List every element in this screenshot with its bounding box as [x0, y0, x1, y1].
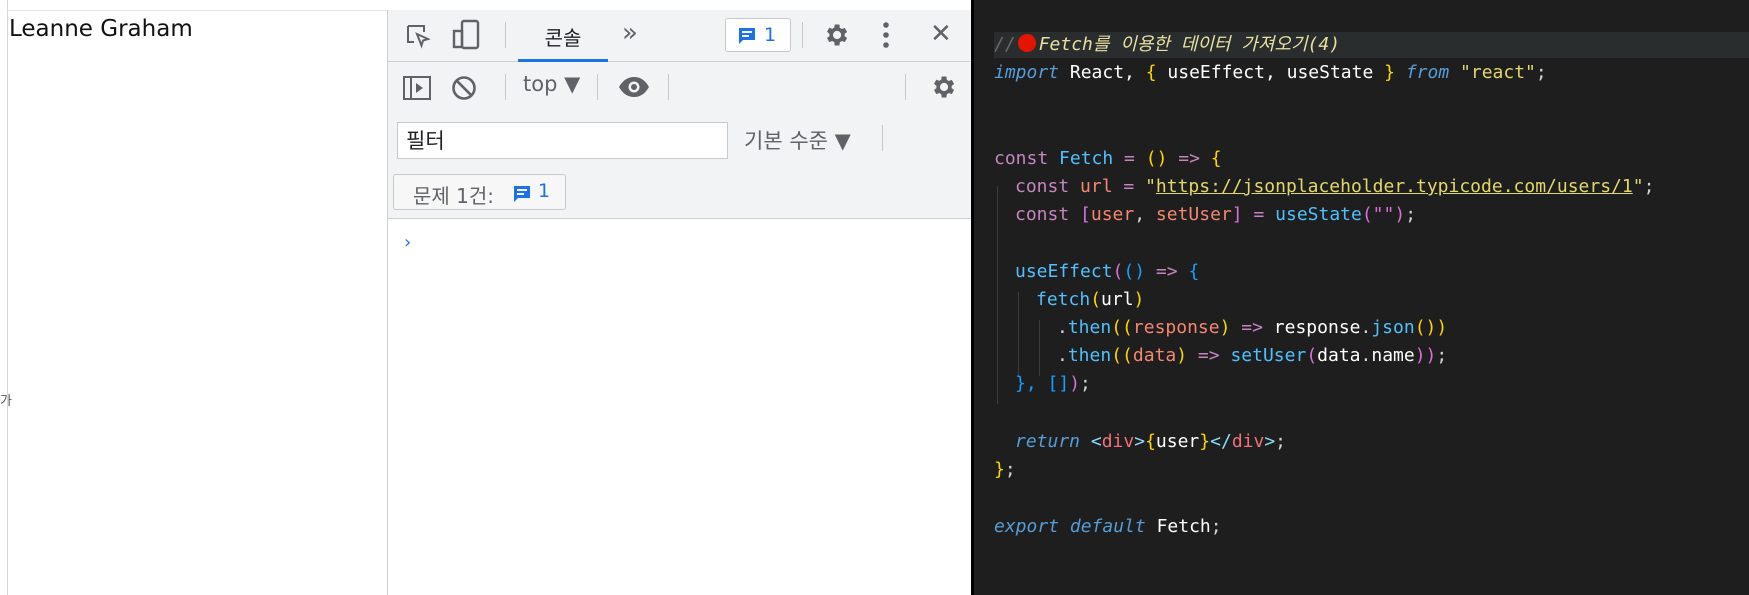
device-toolbar-icon[interactable]	[452, 19, 482, 55]
console-prompt-icon[interactable]: ›	[404, 232, 411, 253]
comment-prefix: //	[994, 34, 1016, 55]
devtools-panel: 콘솔 » 1 ✕ top ▼ 필터 기본 수준 ▼ 문제 1건: 1 ›	[387, 10, 972, 595]
code-line-export: export default Fetch;	[994, 516, 1222, 537]
console-filter-bar: 기본 수준 ▼	[388, 113, 972, 163]
toolbar-divider	[668, 74, 669, 100]
more-tabs-icon[interactable]: »	[622, 18, 638, 48]
toolbar-divider	[597, 74, 598, 100]
code-line-useeffect: useEffect(() => {	[1015, 261, 1200, 282]
close-icon[interactable]: ✕	[930, 19, 952, 49]
code-line-close: };	[994, 459, 1016, 480]
issues-count: 1	[764, 24, 777, 46]
code-line-import: import React, { useEffect, useState } fr…	[994, 62, 1547, 83]
console-toolbar: top ▼	[388, 62, 972, 113]
issues-button-count: 1	[538, 180, 551, 202]
browser-viewport: Leanne Graham 가	[0, 0, 387, 595]
message-icon	[512, 184, 532, 208]
url-link[interactable]: https://jsonplaceholder.typicode.com/use…	[1156, 176, 1633, 197]
tab-console-label: 콘솔	[544, 26, 582, 50]
filter-input[interactable]	[397, 122, 728, 159]
message-icon	[737, 26, 757, 50]
code-line-then-setuser: .then((data) => setUser(data.name));	[1057, 345, 1448, 366]
toolbar-divider	[505, 74, 506, 100]
toolbar-divider	[505, 22, 506, 48]
code-line-fetch: fetch(url)	[1036, 289, 1145, 310]
viewport-top-rule	[7, 10, 387, 11]
gear-icon[interactable]	[822, 21, 850, 53]
code-line-deps: }, []);	[1015, 373, 1091, 394]
log-level-select[interactable]: 기본 수준 ▼	[744, 125, 851, 155]
devtools-toolbar: 콘솔 » 1 ✕	[388, 10, 972, 62]
kebab-menu-icon[interactable]	[882, 21, 890, 53]
toolbar-divider	[802, 22, 803, 48]
issues-counter-badge[interactable]: 1	[725, 18, 791, 52]
toolbar-divider	[905, 74, 906, 100]
code-editor[interactable]: // Fetch를 이용한 데이터 가져오기(4) import React, {…	[971, 0, 1749, 595]
tab-console[interactable]: 콘솔	[518, 10, 608, 62]
code-line-return: return <div>{user}</div>;	[1015, 431, 1287, 452]
clipped-edge-glyph: 가	[0, 394, 12, 409]
issues-label: 문제 1건:	[413, 184, 495, 208]
console-settings-gear-icon[interactable]	[929, 73, 957, 105]
toolbar-divider	[882, 125, 883, 151]
red-circle-emoji-icon	[1017, 34, 1036, 52]
code-line-comment: // Fetch를 이용한 데이터 가져오기(4)	[994, 31, 1340, 59]
issues-button[interactable]: 문제 1건: 1	[393, 174, 566, 210]
js-context-select[interactable]: top ▼	[523, 72, 580, 96]
eye-icon[interactable]	[618, 76, 650, 102]
code-line-url: const url = "https://jsonplaceholder.typ…	[1015, 176, 1655, 197]
clear-console-icon[interactable]	[450, 74, 478, 106]
code-line-const-fetch: const Fetch = () => {	[994, 148, 1222, 169]
issues-bar: 문제 1건: 1	[388, 163, 972, 219]
rendered-user-name: Leanne Graham	[9, 16, 193, 42]
show-sidebar-icon[interactable]	[402, 74, 432, 106]
code-line-then-json: .then((response) => response.json())	[1057, 317, 1448, 338]
viewport-border	[7, 0, 8, 595]
inspect-cursor-icon[interactable]	[404, 22, 434, 56]
code-line-usestate: const [user, setUser] = useState("");	[1015, 204, 1417, 225]
comment-text: Fetch를 이용한 데이터 가져오기(4)	[1038, 34, 1341, 55]
